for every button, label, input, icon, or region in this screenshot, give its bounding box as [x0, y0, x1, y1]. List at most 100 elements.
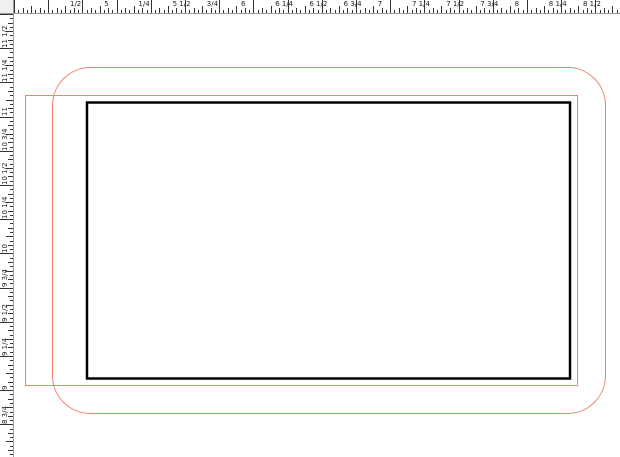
ruler-tick	[8, 416, 13, 417]
vertical-ruler[interactable]: 11 1/2 11 1/4 11 10 3/4 10 1/2 10 1/4 10 9 3/4 9…	[0, 0, 14, 457]
ruler-corner[interactable]	[0, 0, 14, 14]
ruler-tick	[604, 8, 605, 13]
ruler-tick	[8, 74, 13, 75]
ruler-tick	[480, 10, 481, 13]
ruler-tick	[0, 322, 13, 323]
ruler-tick	[0, 288, 13, 289]
design-canvas[interactable]	[0, 0, 620, 457]
ruler-tick	[6, 31, 13, 32]
ruler-tick	[164, 10, 165, 13]
ruler-tick	[10, 70, 13, 71]
ruler-tick	[339, 6, 340, 13]
ruler-tick	[117, 0, 118, 13]
ruler-tick	[0, 424, 13, 425]
ruler-tick	[18, 10, 19, 13]
ruler-tick	[241, 10, 242, 13]
ruler-tick	[10, 78, 13, 79]
ruler-tick	[10, 52, 13, 53]
ruler-tick	[10, 437, 13, 438]
ruler-tick	[0, 14, 13, 15]
ruler-tick	[10, 300, 13, 301]
ruler-tick	[134, 6, 135, 13]
ruler-tick	[424, 0, 425, 13]
ruler-tick	[565, 10, 566, 13]
ruler-tick	[10, 138, 13, 139]
ruler-tick	[65, 6, 66, 13]
ruler-tick	[245, 8, 246, 13]
ruler-tick	[10, 198, 13, 199]
bleed-outline[interactable]	[25, 95, 578, 386]
ruler-tick	[91, 8, 92, 13]
ruler-tick	[10, 360, 13, 361]
ruler-tick	[6, 271, 13, 272]
ruler-tick	[313, 8, 314, 13]
horizontal-ruler[interactable]: 1/2 5 1/4 5 1/2 3/4 6 6 1/4 6 1/2 6 3/4 7 7 1/4 7 1…	[0, 0, 620, 14]
ruler-tick	[527, 0, 528, 13]
ruler-tick	[8, 40, 13, 41]
ruler-tick	[570, 8, 571, 13]
ruler-label: 5	[104, 0, 109, 8]
ruler-label: 10 1/4	[1, 196, 9, 219]
ruler-tick	[181, 10, 182, 13]
ruler-tick	[10, 377, 13, 378]
ruler-tick	[369, 10, 370, 13]
ruler-label: 5 1/2	[172, 0, 191, 8]
ruler-tick	[8, 450, 13, 451]
ruler-tick	[10, 223, 13, 224]
ruler-tick	[347, 8, 348, 13]
ruler-tick	[10, 27, 13, 28]
ruler-tick	[10, 147, 13, 148]
ruler-tick	[61, 10, 62, 13]
ruler-tick	[544, 6, 545, 13]
ruler-tick	[108, 8, 109, 13]
ruler-tick	[510, 6, 511, 13]
ruler-tick	[262, 8, 263, 13]
ruler-tick	[10, 18, 13, 19]
ruler-tick	[10, 412, 13, 413]
ruler-tick	[10, 258, 13, 259]
ruler-tick	[489, 10, 490, 13]
ruler-label: 6 3/4	[343, 0, 362, 8]
ruler-tick	[433, 8, 434, 13]
ruler-tick	[142, 8, 143, 13]
ruler-tick	[373, 6, 374, 13]
trim-outline[interactable]	[85, 101, 572, 380]
ruler-tick	[189, 10, 190, 13]
ruler-tick	[8, 245, 13, 246]
ruler-tick	[318, 10, 319, 13]
ruler-tick	[382, 8, 383, 13]
ruler-tick	[10, 249, 13, 250]
ruler-tick	[232, 10, 233, 13]
ruler-tick	[8, 365, 13, 366]
ruler-tick	[44, 10, 45, 13]
ruler-label: 3/4	[206, 0, 219, 8]
ruler-tick	[476, 6, 477, 13]
ruler-tick	[82, 0, 83, 13]
ruler-tick	[10, 369, 13, 370]
ruler-tick	[10, 61, 13, 62]
safe-area-rounded-outline[interactable]	[52, 67, 606, 414]
design-workspace: 1/2 5 1/4 5 1/2 3/4 6 6 1/4 6 1/2 6 3/4 7 7 1/4 7 1…	[0, 0, 620, 457]
ruler-tick	[14, 0, 15, 13]
ruler-tick	[8, 176, 13, 177]
ruler-tick	[151, 0, 152, 13]
ruler-tick	[467, 8, 468, 13]
ruler-tick	[8, 313, 13, 314]
ruler-tick	[557, 10, 558, 13]
ruler-tick	[288, 0, 289, 13]
ruler-tick	[206, 10, 207, 13]
ruler-tick	[8, 91, 13, 92]
ruler-tick	[536, 8, 537, 13]
ruler-tick	[377, 10, 378, 13]
ruler-label: 10 3/4	[1, 128, 9, 151]
ruler-tick	[429, 10, 430, 13]
ruler-tick	[352, 10, 353, 13]
ruler-label: 8 1/2	[583, 0, 601, 8]
ruler-tick	[497, 10, 498, 13]
ruler-tick	[583, 10, 584, 13]
ruler-tick	[35, 10, 36, 13]
ruler-tick	[454, 10, 455, 13]
ruler-tick	[168, 6, 169, 13]
ruler-tick	[356, 0, 357, 13]
ruler-tick	[10, 189, 13, 190]
